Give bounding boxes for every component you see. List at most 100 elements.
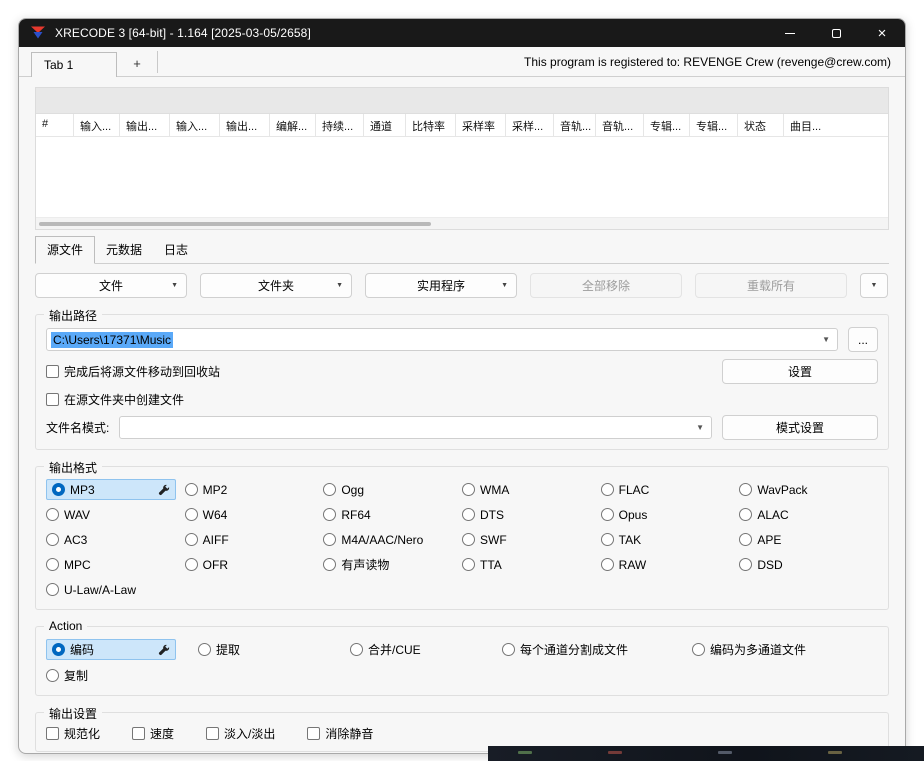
format-option-wav[interactable]: WAV	[46, 504, 185, 525]
action-option-multichannel[interactable]: 编码为多通道文件	[692, 639, 878, 660]
checkbox-icon	[46, 365, 59, 378]
column-header-input2[interactable]: 输入...	[170, 114, 220, 136]
setting-remove-silence-checkbox[interactable]: 消除静音	[307, 725, 373, 742]
format-option-tak[interactable]: TAK	[601, 529, 740, 550]
action-option-split-channels[interactable]: 每个通道分割成文件	[502, 639, 692, 660]
close-button[interactable]: ×	[859, 19, 905, 47]
move-to-recycle-checkbox[interactable]: 完成后将源文件移动到回收站	[46, 363, 220, 380]
format-option-raw[interactable]: RAW	[601, 554, 740, 575]
action-option-copy[interactable]: 复制	[46, 665, 198, 686]
column-header-duration[interactable]: 持续...	[316, 114, 364, 136]
chevron-down-icon[interactable]: ▼	[822, 335, 830, 344]
format-option-u-law-a-law[interactable]: U-Law/A-Law	[46, 579, 185, 600]
action-grid: 编码 提取 合并/CUE 每个通道分割成文件 编码为多通道文件 复制	[46, 639, 878, 686]
column-header-input1[interactable]: 输入...	[74, 114, 120, 136]
format-label: TTA	[480, 558, 502, 572]
format-option-opus[interactable]: Opus	[601, 504, 740, 525]
format-option-mp3[interactable]: MP3	[46, 479, 176, 500]
format-option-ape[interactable]: APE	[739, 529, 878, 550]
settings-button[interactable]: 设置	[722, 359, 878, 384]
tab-log[interactable]: 日志	[153, 237, 199, 263]
format-option-m4a-aac-nero[interactable]: M4A/AAC/Nero	[323, 529, 462, 550]
add-file-button[interactable]: 文件 ▼	[35, 273, 187, 298]
checkbox-icon	[307, 727, 320, 740]
format-option-swf[interactable]: SWF	[462, 529, 601, 550]
column-header-channels[interactable]: 通道	[364, 114, 406, 136]
chevron-down-icon: ▼	[501, 282, 508, 289]
setting-label: 淡入/淡出	[224, 725, 275, 742]
format-option-mp2[interactable]: MP2	[185, 479, 324, 500]
action-option-extract[interactable]: 提取	[198, 639, 350, 660]
format-option-audiobook[interactable]: 有声读物	[323, 554, 462, 575]
action-label: 编码为多通道文件	[710, 641, 806, 658]
create-in-source-checkbox[interactable]: 在源文件夹中创建文件	[46, 391, 184, 408]
scrollbar-thumb[interactable]	[39, 222, 431, 226]
column-header-codec[interactable]: 编解...	[270, 114, 316, 136]
column-header-output2[interactable]: 输出...	[220, 114, 270, 136]
setting-fade-checkbox[interactable]: 淡入/淡出	[206, 725, 275, 742]
format-label: U-Law/A-Law	[64, 583, 136, 597]
column-header-album2[interactable]: 专辑...	[690, 114, 738, 136]
format-option-flac[interactable]: FLAC	[601, 479, 740, 500]
wrench-icon[interactable]	[158, 644, 170, 656]
utilities-button[interactable]: 实用程序 ▼	[365, 273, 517, 298]
radio-checked-icon	[52, 483, 65, 496]
format-option-dts[interactable]: DTS	[462, 504, 601, 525]
format-option-wavpack[interactable]: WavPack	[739, 479, 878, 500]
action-option-encode[interactable]: 编码	[46, 639, 176, 660]
remove-all-button[interactable]: 全部移除	[530, 273, 682, 298]
reload-all-button[interactable]: 重载所有	[695, 273, 847, 298]
toolbar-more-button[interactable]: ▼	[860, 273, 888, 298]
format-option-aiff[interactable]: AIFF	[185, 529, 324, 550]
column-header-status[interactable]: 状态	[738, 114, 784, 136]
add-folder-button[interactable]: 文件夹 ▼	[200, 273, 352, 298]
add-tab-button[interactable]: +	[117, 51, 157, 76]
format-option-alac[interactable]: ALAC	[739, 504, 878, 525]
maximize-icon	[832, 29, 841, 38]
filename-pattern-input[interactable]: ▼	[119, 416, 712, 439]
checkbox-icon	[46, 727, 59, 740]
setting-speed-checkbox[interactable]: 速度	[132, 725, 174, 742]
format-option-ogg[interactable]: Ogg	[323, 479, 462, 500]
format-option-wma[interactable]: WMA	[462, 479, 601, 500]
column-header-album1[interactable]: 专辑...	[644, 114, 690, 136]
format-option-mpc[interactable]: MPC	[46, 554, 185, 575]
tab-metadata[interactable]: 元数据	[95, 237, 153, 263]
output-path-input[interactable]: C:\Users\17371\Music ▼	[46, 328, 838, 351]
minimize-button[interactable]	[767, 19, 813, 47]
output-path-value: C:\Users\17371\Music	[51, 332, 173, 348]
column-header-sample[interactable]: 采样...	[506, 114, 554, 136]
format-label: AC3	[64, 533, 87, 547]
format-option-rf64[interactable]: RF64	[323, 504, 462, 525]
column-header-track2[interactable]: 音轨...	[596, 114, 644, 136]
format-label: FLAC	[619, 483, 650, 497]
column-header-title[interactable]: 曲目...	[784, 114, 828, 136]
radio-icon	[462, 483, 475, 496]
column-header-output1[interactable]: 输出...	[120, 114, 170, 136]
horizontal-scrollbar[interactable]	[36, 217, 888, 229]
column-header-index[interactable]: #	[36, 114, 74, 136]
column-header-samplerate[interactable]: 采样率	[456, 114, 506, 136]
format-option-dsd[interactable]: DSD	[739, 554, 878, 575]
pattern-settings-button[interactable]: 模式设置	[722, 415, 878, 440]
add-folder-label: 文件夹	[258, 277, 294, 294]
radio-icon	[502, 643, 515, 656]
column-header-track1[interactable]: 音轨...	[554, 114, 596, 136]
format-option-w64[interactable]: W64	[185, 504, 324, 525]
column-header-bitrate[interactable]: 比特率	[406, 114, 456, 136]
format-option-ofr[interactable]: OFR	[185, 554, 324, 575]
tab-source-files[interactable]: 源文件	[35, 236, 95, 264]
action-option-merge-cue[interactable]: 合并/CUE	[350, 639, 502, 660]
browse-button[interactable]: ...	[848, 327, 878, 352]
window-title: XRECODE 3 [64-bit] - 1.164 [2025-03-05/2…	[55, 26, 311, 40]
chevron-down-icon[interactable]: ▼	[696, 423, 704, 432]
setting-normalize-checkbox[interactable]: 规范化	[46, 725, 100, 742]
radio-icon	[185, 483, 198, 496]
tab-1[interactable]: Tab 1	[31, 52, 117, 77]
format-option-tta[interactable]: TTA	[462, 554, 601, 575]
maximize-button[interactable]	[813, 19, 859, 47]
format-option-ac3[interactable]: AC3	[46, 529, 185, 550]
table-body-empty[interactable]	[36, 137, 888, 217]
format-label: MP2	[203, 483, 228, 497]
wrench-icon[interactable]	[158, 484, 170, 496]
